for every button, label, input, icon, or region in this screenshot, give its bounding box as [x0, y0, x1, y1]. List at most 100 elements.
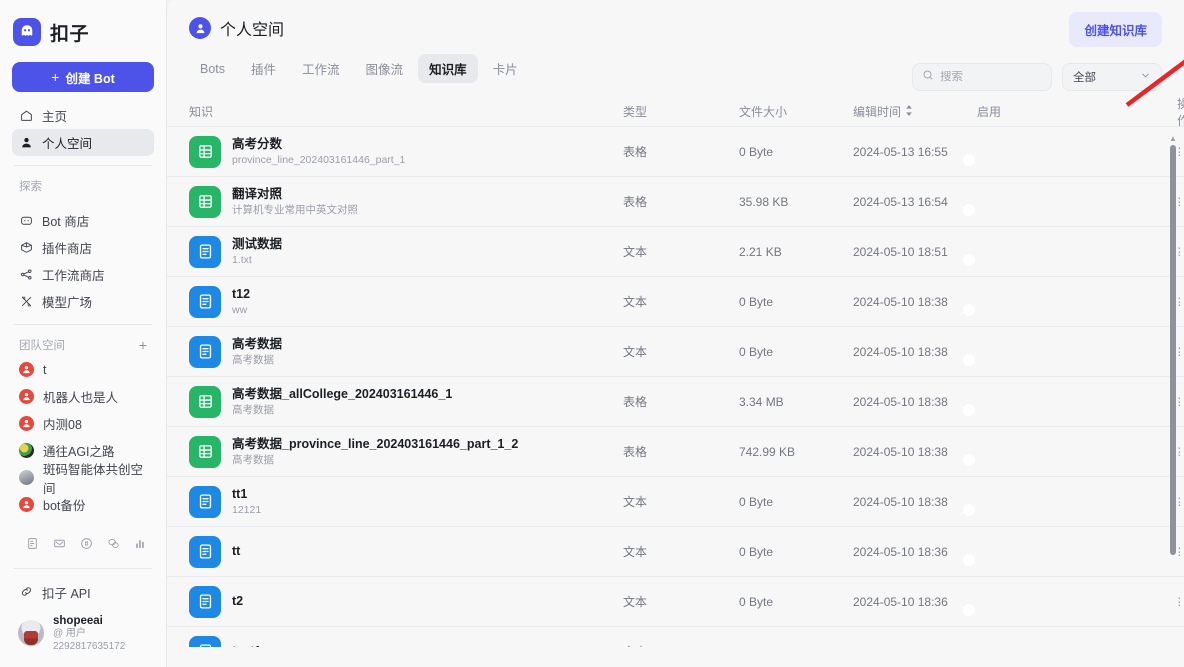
table-row[interactable]: tt1 12121 文本 0 Byte 2024-05-10 18:38 · · · — [167, 477, 1184, 527]
bot-store-icon — [19, 214, 33, 228]
coze-ghost-logo-icon — [13, 18, 41, 46]
sidebar-item-team-1-label: 机器人也是人 — [43, 391, 119, 405]
tab-bots[interactable]: Bots — [189, 57, 236, 81]
filters-row: 全部 — [912, 63, 1162, 91]
team-avatar-icon — [19, 497, 34, 512]
search-box[interactable] — [912, 63, 1052, 91]
tab-imageflow[interactable]: 图像流 — [355, 54, 415, 83]
column-header-time[interactable]: 编辑时间 — [853, 103, 977, 120]
sidebar-item-bot-store[interactable]: Bot 商店 — [12, 207, 154, 234]
text-file-icon — [189, 235, 221, 268]
scroll-up-icon[interactable]: ▲ — [1168, 133, 1178, 143]
knowledge-subtitle: 高考数据 — [232, 403, 274, 416]
divider — [14, 165, 152, 166]
sidebar-item-api-label: 扣子 API — [42, 587, 91, 602]
add-team-button[interactable]: + — [139, 338, 147, 352]
cell-time: 2024-05-10 18:51 — [853, 244, 948, 259]
create-bot-button[interactable]: + 创建 Bot — [12, 62, 154, 92]
filter-select[interactable]: 全部 — [1062, 63, 1162, 91]
cell-time: 2024-05-13 16:54 — [853, 194, 948, 209]
sidebar-item-plugin-store[interactable]: 插件商店 — [12, 234, 154, 261]
text-file-icon — [189, 635, 221, 647]
column-header-operation: 操作 — [1177, 97, 1184, 128]
text-file-icon — [189, 585, 221, 618]
table-row[interactable]: 高考数据_province_line_202403161446_part_1_2… — [167, 427, 1184, 477]
user-profile[interactable]: shopeeai @ 用户2292817635172 — [0, 608, 166, 667]
sidebar-item-team-5-label: bot备份 — [43, 499, 86, 513]
sidebar-item-workflow-store-label: 工作流商店 — [42, 269, 105, 283]
table-row[interactable]: 测试数据 1.txt 文本 2.21 KB 2024-05-10 18:51 · · · — [167, 227, 1184, 277]
table-row[interactable]: tt 文本 0 Byte 2024-05-10 18:36 · · · — [167, 527, 1184, 577]
knowledge-title: t2 — [232, 594, 244, 609]
sidebar-item-model-plaza[interactable]: 模型广场 — [12, 288, 154, 315]
sidebar: 扣子 + 创建 Bot 主页 个人空间 探索 Bot 商店 插件商店 工作流商店… — [0, 0, 167, 667]
table-file-icon — [189, 185, 221, 218]
cell-type: 文本 — [623, 495, 648, 509]
knowledge-title: test1 — [232, 643, 261, 647]
tab-knowledge-base[interactable]: 知识库 — [418, 54, 478, 83]
knowledge-subtitle: 12121 — [232, 503, 262, 516]
chart-icon[interactable] — [134, 537, 147, 550]
main-content: 个人空间 Bots 插件 工作流 图像流 知识库 卡片 创建知识库 搜索 全部 … — [167, 0, 1184, 667]
team-avatar-icon — [19, 362, 34, 377]
create-bot-label: 创建 Bot — [65, 71, 115, 86]
cell-type: 表格 — [623, 395, 648, 409]
sidebar-item-plugin-store-label: 插件商店 — [42, 242, 93, 256]
cell-time: 2024-05-10 18:36 — [853, 544, 948, 559]
sidebar-item-model-plaza-label: 模型广场 — [42, 296, 93, 310]
avatar — [18, 620, 44, 647]
text-file-icon — [189, 535, 221, 568]
create-knowledge-base-button[interactable]: 创建知识库 — [1069, 12, 1162, 47]
table-file-icon — [189, 135, 221, 168]
sidebar-item-personal-space[interactable]: 个人空间 — [12, 129, 154, 156]
sidebar-item-workflow-store[interactable]: 工作流商店 — [12, 261, 154, 288]
cell-size: 2.21 KB — [739, 244, 782, 259]
knowledge-title: 高考分数 — [232, 136, 283, 151]
sidebar-item-team-2[interactable]: 内测08 — [0, 410, 166, 437]
sidebar-item-team-1[interactable]: 机器人也是人 — [0, 383, 166, 410]
sidebar-item-home[interactable]: 主页 — [12, 102, 154, 129]
wechat-icon[interactable] — [107, 537, 120, 550]
table-row[interactable]: test1 文本37.98 KB2024-05-10 18:33 ··· — [167, 627, 1184, 647]
cell-type: 表格 — [623, 145, 648, 159]
home-icon — [19, 109, 33, 123]
tab-cards[interactable]: 卡片 — [482, 54, 529, 83]
cell-type: 文本 — [623, 245, 648, 259]
document-icon[interactable] — [26, 537, 39, 550]
table-row[interactable]: t12 ww 文本 0 Byte 2024-05-10 18:38 · · · — [167, 277, 1184, 327]
app-root: 扣子 + 创建 Bot 主页 个人空间 探索 Bot 商店 插件商店 工作流商店… — [0, 0, 1184, 667]
search-icon — [922, 68, 934, 86]
table-body: 高考分数 province_line_202403161446_part_1 表格 0… — [167, 127, 1184, 647]
sort-arrows-icon[interactable] — [905, 104, 913, 119]
table-row[interactable]: 高考数据_allCollege_202403161446_1 高考数据 表格 3.34… — [167, 377, 1184, 427]
sidebar-item-api[interactable]: 扣子 API — [0, 578, 166, 608]
cell-type: 表格 — [623, 445, 648, 459]
table-scrollbar[interactable]: ▲ — [1168, 133, 1178, 623]
workflow-store-icon — [19, 268, 33, 282]
cell-size: 3.34 MB — [739, 394, 784, 409]
row-actions-menu-icon[interactable]: ··· — [1177, 641, 1182, 647]
cell-type: 文本 — [623, 345, 648, 359]
table-row[interactable]: 高考分数 province_line_202403161446_part_1 表格 0… — [167, 127, 1184, 177]
table-row[interactable]: 翻译对照 计算机专业常用中英文对照 表格 35.98 KB 2024-05-13 16:… — [167, 177, 1184, 227]
scrollbar-thumb[interactable] — [1170, 145, 1176, 555]
table-file-icon — [189, 435, 221, 468]
table-row[interactable]: t2 文本 0 Byte 2024-05-10 18:36 · · · — [167, 577, 1184, 627]
cell-time: 2024-05-10 18:38 — [853, 494, 948, 509]
scrollbar-track[interactable] — [1170, 145, 1176, 611]
mail-icon[interactable] — [53, 537, 66, 550]
tab-workflow[interactable]: 工作流 — [291, 54, 351, 83]
sidebar-item-team-4[interactable]: 斑码智能体共创空间 — [0, 463, 166, 496]
sidebar-item-team-0[interactable]: t — [0, 356, 166, 383]
model-plaza-icon — [19, 295, 33, 309]
column-header-enable: 启用 — [977, 105, 1002, 119]
knowledge-subtitle: 高考数据 — [232, 453, 274, 466]
cell-size: 0 Byte — [739, 594, 774, 609]
cell-type: 文本 — [623, 595, 648, 609]
discord-icon[interactable] — [80, 537, 93, 550]
knowledge-subtitle: province_line_202403161446_part_1 — [232, 153, 406, 166]
knowledge-title: tt1 — [232, 486, 248, 501]
tab-plugins[interactable]: 插件 — [240, 54, 287, 83]
search-input[interactable] — [940, 71, 1042, 83]
table-row[interactable]: 高考数据 高考数据 文本 0 Byte 2024-05-10 18:38 · · · — [167, 327, 1184, 377]
